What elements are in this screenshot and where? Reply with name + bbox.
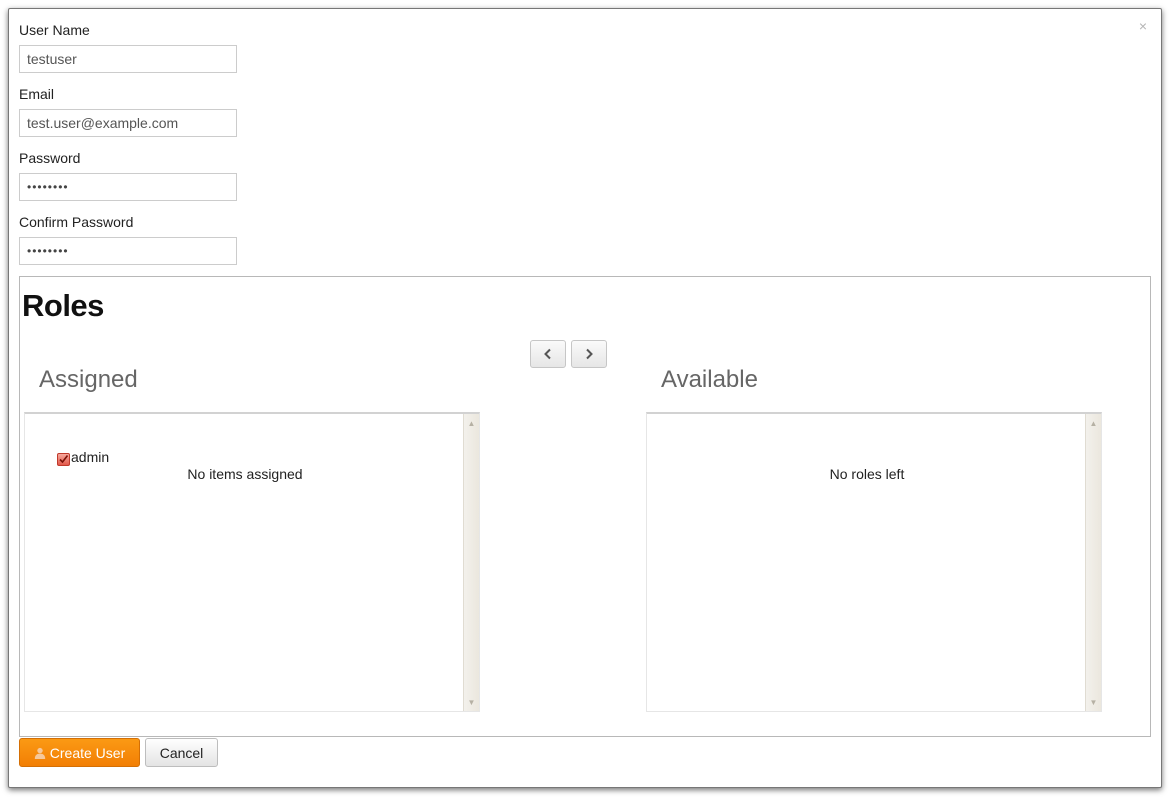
admin-checkbox[interactable] (57, 453, 70, 466)
confirm-password-label: Confirm Password (19, 214, 134, 230)
role-label: admin (71, 448, 110, 465)
assigned-title: Assigned (39, 366, 138, 393)
user-icon (34, 747, 45, 759)
available-empty-message: No roles left (829, 466, 905, 482)
available-list[interactable]: No roles left ▲ ▼ (646, 412, 1102, 712)
available-scrollbar[interactable]: ▲ ▼ (1085, 414, 1101, 711)
assigned-empty-message: No items assigned (187, 466, 303, 482)
create-user-dialog: × User Name Email Password Confirm Passw… (8, 8, 1162, 788)
list-item[interactable]: admin (57, 447, 109, 466)
move-right-button[interactable] (571, 340, 607, 368)
move-left-button[interactable] (530, 340, 566, 368)
email-input[interactable] (19, 109, 237, 137)
assigned-scrollbar[interactable]: ▲ ▼ (463, 414, 479, 711)
username-label: User Name (19, 22, 90, 38)
roles-title: Roles (22, 288, 104, 323)
confirm-password-input[interactable] (19, 237, 237, 265)
username-input[interactable] (19, 45, 237, 73)
password-label: Password (19, 150, 81, 166)
scroll-up-arrow-icon[interactable]: ▲ (1086, 419, 1101, 429)
password-input[interactable] (19, 173, 237, 201)
cancel-button[interactable]: Cancel (145, 738, 218, 767)
close-icon[interactable]: × (1139, 19, 1147, 33)
assigned-list[interactable]: admin No items assigned ▲ ▼ (24, 412, 480, 712)
scroll-down-arrow-icon[interactable]: ▼ (464, 698, 479, 708)
create-user-button[interactable]: Create User (19, 738, 140, 767)
roles-section: Roles Assigned Available admin No items … (19, 276, 1151, 737)
create-user-label: Create User (49, 744, 126, 761)
scroll-down-arrow-icon[interactable]: ▼ (1086, 698, 1101, 708)
checkmark-icon (59, 455, 69, 464)
chevron-right-icon (586, 348, 593, 360)
available-title: Available (661, 366, 758, 393)
scroll-up-arrow-icon[interactable]: ▲ (464, 419, 479, 429)
chevron-left-icon (544, 348, 551, 360)
email-label: Email (19, 86, 55, 102)
